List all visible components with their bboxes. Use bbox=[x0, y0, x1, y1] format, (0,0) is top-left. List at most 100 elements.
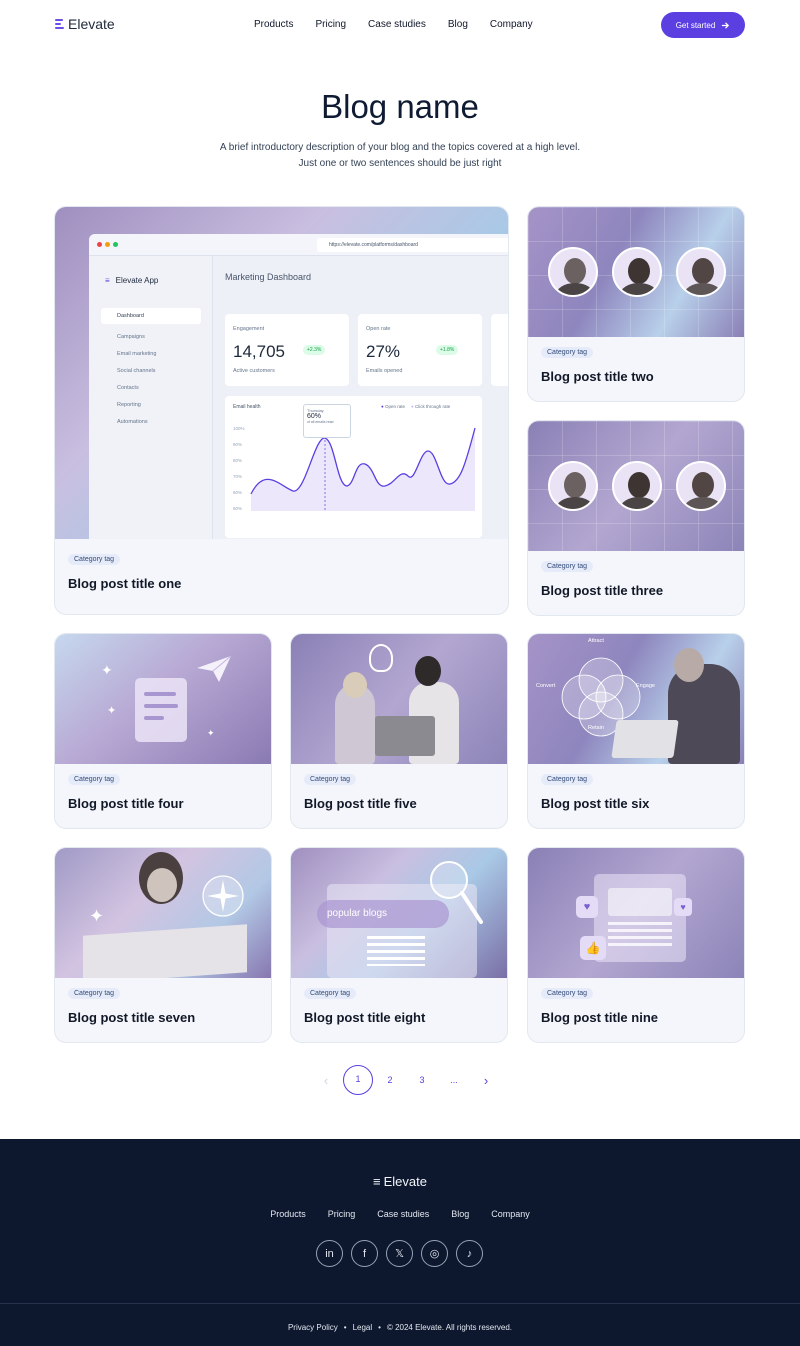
venn-label-attract: Attract bbox=[588, 638, 604, 644]
legal-bar: Privacy Policy • Legal • © 2024 Elevate.… bbox=[0, 1323, 800, 1332]
text-lines bbox=[608, 922, 672, 950]
arrow-right-icon bbox=[722, 21, 730, 29]
blog-card-5[interactable]: Category tag Blog post title five bbox=[290, 633, 508, 829]
post-title[interactable]: Blog post title six bbox=[541, 796, 649, 811]
nav-links: Products Pricing Case studies Blog Compa… bbox=[254, 19, 555, 30]
elevate-logo-icon: ≡ bbox=[373, 1174, 381, 1189]
facebook-icon[interactable]: f bbox=[351, 1240, 378, 1267]
category-tag[interactable]: Category tag bbox=[541, 561, 594, 572]
separator-dot: • bbox=[378, 1323, 381, 1332]
heart-reaction-icon: ♥ bbox=[576, 896, 598, 918]
post-image-venn: Attract Convert Engage Retain bbox=[528, 634, 744, 764]
person-right-head bbox=[415, 656, 441, 686]
stat-sub: Emails opened bbox=[366, 368, 403, 374]
post-title[interactable]: Blog post title three bbox=[541, 583, 663, 598]
address-bar: https://elevate.com/platforms/dashboard bbox=[317, 238, 508, 252]
post-title[interactable]: Blog post title two bbox=[541, 369, 654, 384]
nav-link-company[interactable]: Company bbox=[490, 19, 533, 30]
category-tag[interactable]: Category tag bbox=[68, 554, 121, 565]
footer-link-company[interactable]: Company bbox=[491, 1209, 530, 1219]
category-tag[interactable]: Category tag bbox=[304, 988, 357, 999]
post-image-social: ♥ ♥ 👍 bbox=[528, 848, 744, 978]
legal-link[interactable]: Legal bbox=[353, 1323, 373, 1332]
pagination-prev[interactable]: ‹ bbox=[310, 1073, 342, 1088]
blog-card-8[interactable]: popular blogs Category tag Blog post tit… bbox=[290, 847, 508, 1043]
sparkle-icon: ✦ bbox=[107, 705, 117, 717]
pagination-page-3[interactable]: 3 bbox=[406, 1075, 438, 1085]
post-title[interactable]: Blog post title five bbox=[304, 796, 417, 811]
app-name: ≡ Elevate App bbox=[105, 276, 159, 285]
app-logo-icon: ≡ bbox=[105, 276, 110, 285]
nav-link-products[interactable]: Products bbox=[254, 19, 293, 30]
sidebar-item-contacts[interactable]: Contacts bbox=[117, 385, 139, 391]
category-tag[interactable]: Category tag bbox=[304, 774, 357, 785]
stat-sub: Active customers bbox=[233, 368, 275, 374]
footer-link-case-studies[interactable]: Case studies bbox=[377, 1209, 429, 1219]
like-reaction-icon: 👍 bbox=[580, 936, 606, 960]
pagination-next[interactable]: › bbox=[470, 1073, 502, 1088]
chart-tooltip: Thursday 60% of all emails read bbox=[303, 404, 351, 438]
map-image bbox=[83, 924, 247, 978]
window-min-dot bbox=[105, 242, 110, 247]
site-footer: ≡ Elevate Products Pricing Case studies … bbox=[0, 1139, 800, 1346]
sidebar-item-reporting[interactable]: Reporting bbox=[117, 402, 141, 408]
pagination-page-1[interactable]: 1 bbox=[343, 1065, 373, 1095]
sidebar-item-social-channels[interactable]: Social channels bbox=[117, 368, 156, 374]
stat-card-open-rate: Open rate 27% +1.8% Emails opened bbox=[358, 314, 482, 386]
category-tag[interactable]: Category tag bbox=[541, 347, 594, 358]
blog-card-9[interactable]: ♥ ♥ 👍 Category tag Blog post title nine bbox=[527, 847, 745, 1043]
team-avatar bbox=[612, 461, 662, 511]
post-title[interactable]: Blog post title seven bbox=[68, 1010, 195, 1025]
blog-card-7[interactable]: ✦ Category tag Blog post title seven bbox=[54, 847, 272, 1043]
sidebar-item-email-marketing[interactable]: Email marketing bbox=[117, 351, 156, 357]
x-twitter-icon[interactable]: 𝕏 bbox=[386, 1240, 413, 1267]
blog-card-6[interactable]: Attract Convert Engage Retain Category t… bbox=[527, 633, 745, 829]
nav-link-blog[interactable]: Blog bbox=[448, 19, 468, 30]
brand-logo[interactable]: Elevate bbox=[55, 16, 115, 32]
footer-link-products[interactable]: Products bbox=[270, 1209, 306, 1219]
magnifier-icon bbox=[430, 861, 483, 924]
category-tag[interactable]: Category tag bbox=[68, 988, 121, 999]
sidebar-item-automations[interactable]: Automations bbox=[117, 419, 148, 425]
tooltip-value: 60% bbox=[307, 413, 322, 420]
footer-logo[interactable]: ≡ Elevate bbox=[0, 1174, 800, 1189]
blog-card-2[interactable]: Category tag Blog post title two bbox=[527, 206, 745, 402]
sidebar-item-campaigns[interactable]: Campaigns bbox=[117, 334, 145, 340]
blog-card-4[interactable]: ✦ ✦ ✦ Category tag Blog post title four bbox=[54, 633, 272, 829]
post-title[interactable]: Blog post title four bbox=[68, 796, 184, 811]
person-face bbox=[147, 868, 177, 902]
tiktok-icon[interactable]: ♪ bbox=[456, 1240, 483, 1267]
browser-window: https://elevate.com/platforms/dashboard … bbox=[89, 234, 508, 539]
get-started-button[interactable]: Get started bbox=[661, 12, 745, 38]
category-tag[interactable]: Category tag bbox=[541, 988, 594, 999]
privacy-policy-link[interactable]: Privacy Policy bbox=[288, 1323, 338, 1332]
footer-link-blog[interactable]: Blog bbox=[451, 1209, 469, 1219]
blog-card-1[interactable]: https://elevate.com/platforms/dashboard … bbox=[54, 206, 509, 615]
blog-card-3[interactable]: Category tag Blog post title three bbox=[527, 420, 745, 616]
pagination-page-2[interactable]: 2 bbox=[374, 1075, 406, 1085]
post-title[interactable]: Blog post title one bbox=[68, 576, 181, 591]
category-tag[interactable]: Category tag bbox=[68, 774, 121, 785]
instagram-icon[interactable]: ◎ bbox=[421, 1240, 448, 1267]
footer-link-pricing[interactable]: Pricing bbox=[328, 1209, 356, 1219]
category-tag[interactable]: Category tag bbox=[541, 774, 594, 785]
post-title[interactable]: Blog post title eight bbox=[304, 1010, 425, 1025]
get-started-label: Get started bbox=[675, 20, 716, 30]
paper-plane-icon bbox=[197, 655, 232, 682]
window-close-dot bbox=[97, 242, 102, 247]
linkedin-icon[interactable]: in bbox=[316, 1240, 343, 1267]
window-max-dot bbox=[113, 242, 118, 247]
page-description: A brief introductory description of your… bbox=[190, 140, 610, 172]
copyright-text: © 2024 Elevate. All rights reserved. bbox=[386, 1323, 513, 1332]
post-title[interactable]: Blog post title nine bbox=[541, 1010, 658, 1025]
pagination-ellipsis: ... bbox=[450, 1075, 458, 1085]
footer-links: Products Pricing Case studies Blog Compa… bbox=[0, 1209, 800, 1219]
team-avatar bbox=[548, 247, 598, 297]
sidebar-item-dashboard[interactable]: Dashboard bbox=[101, 308, 201, 324]
brand-name: Elevate bbox=[68, 16, 115, 32]
nav-link-case-studies[interactable]: Case studies bbox=[368, 19, 426, 30]
tooltip-sub: of all emails read bbox=[307, 420, 334, 424]
nav-link-pricing[interactable]: Pricing bbox=[315, 19, 346, 30]
stat-label: Engagement bbox=[233, 326, 265, 332]
post-image-search: popular blogs bbox=[291, 848, 507, 978]
